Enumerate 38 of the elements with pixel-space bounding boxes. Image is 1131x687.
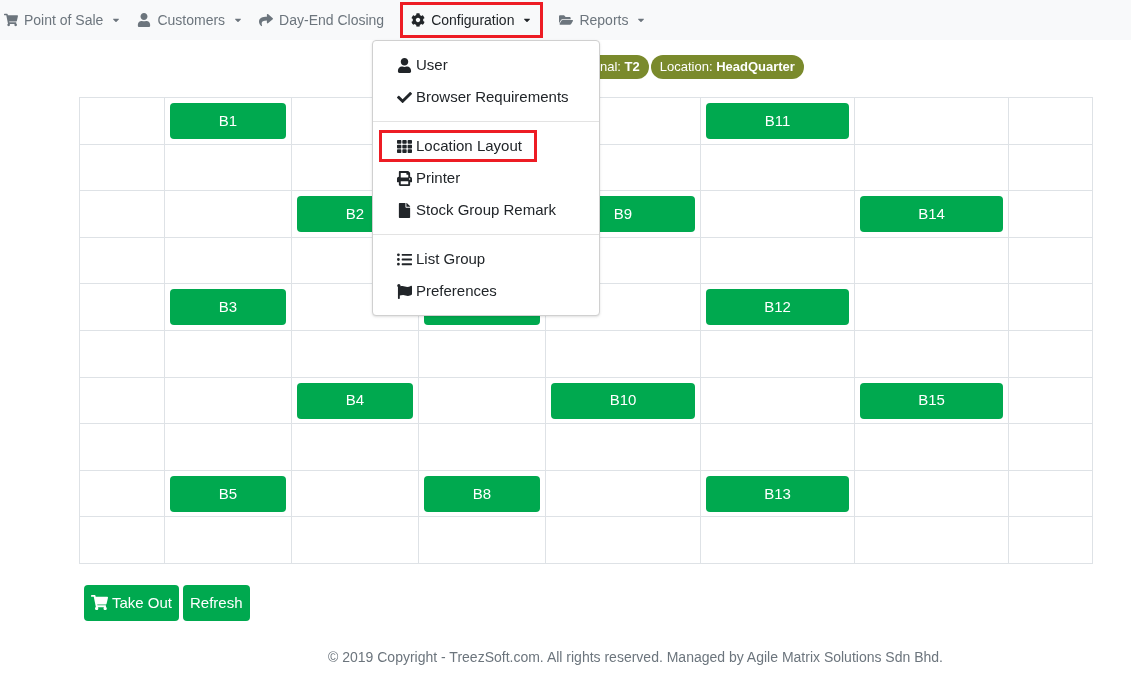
footer-text: © 2019 Copyright - TreezSoft.com. All rights reserved. Managed by Agile Matrix Solutions Sdn Bhd.: [327, 647, 944, 667]
forward-arrow-icon: [259, 13, 274, 27]
nav-menu-item[interactable]: Configuration: [400, 2, 544, 38]
table-button[interactable]: B14: [860, 196, 1003, 233]
printer-icon: [397, 170, 412, 186]
flag-icon: [397, 283, 412, 299]
nav-menu-item[interactable]: Reports: [559, 2, 647, 38]
table-button[interactable]: B15: [860, 382, 1003, 419]
dropdown-item[interactable]: Preferences: [373, 275, 509, 307]
dropdown-item[interactable]: Location Layout: [379, 130, 537, 162]
action-button[interactable]: Take Out: [84, 584, 180, 621]
table-button[interactable]: B12: [706, 289, 849, 326]
file-icon: [397, 202, 412, 218]
table-button[interactable]: B10: [551, 382, 695, 419]
dropdown-item[interactable]: User: [373, 49, 460, 81]
grid-icon: [397, 138, 412, 154]
nav-menu-item[interactable]: Customers: [137, 2, 244, 38]
dropdown-item[interactable]: Browser Requirements: [373, 81, 581, 113]
cart-icon: [4, 13, 18, 27]
table-button[interactable]: B4: [297, 382, 413, 419]
nav-menu-item[interactable]: Point of Sale: [4, 2, 122, 38]
info-badge: Location: HeadQuarter: [650, 55, 804, 79]
action-button[interactable]: Refresh: [183, 584, 250, 621]
folder-icon: [559, 13, 574, 27]
dropdown-item[interactable]: List Group: [373, 243, 498, 275]
user-icon: [397, 57, 412, 73]
dropdown-item[interactable]: Printer: [373, 162, 473, 194]
table-button[interactable]: B8: [424, 475, 540, 512]
list-icon: [397, 251, 412, 267]
user-icon: [137, 13, 152, 27]
table-button[interactable]: B13: [706, 475, 849, 512]
check-icon: [397, 89, 412, 105]
nav-menu-item[interactable]: Day-End Closing: [259, 2, 385, 38]
table-button[interactable]: B5: [170, 475, 286, 512]
table-button[interactable]: B1: [170, 103, 286, 139]
table-button[interactable]: B11: [706, 103, 849, 139]
settings-icon: [411, 13, 426, 27]
table-button[interactable]: B3: [170, 289, 286, 326]
